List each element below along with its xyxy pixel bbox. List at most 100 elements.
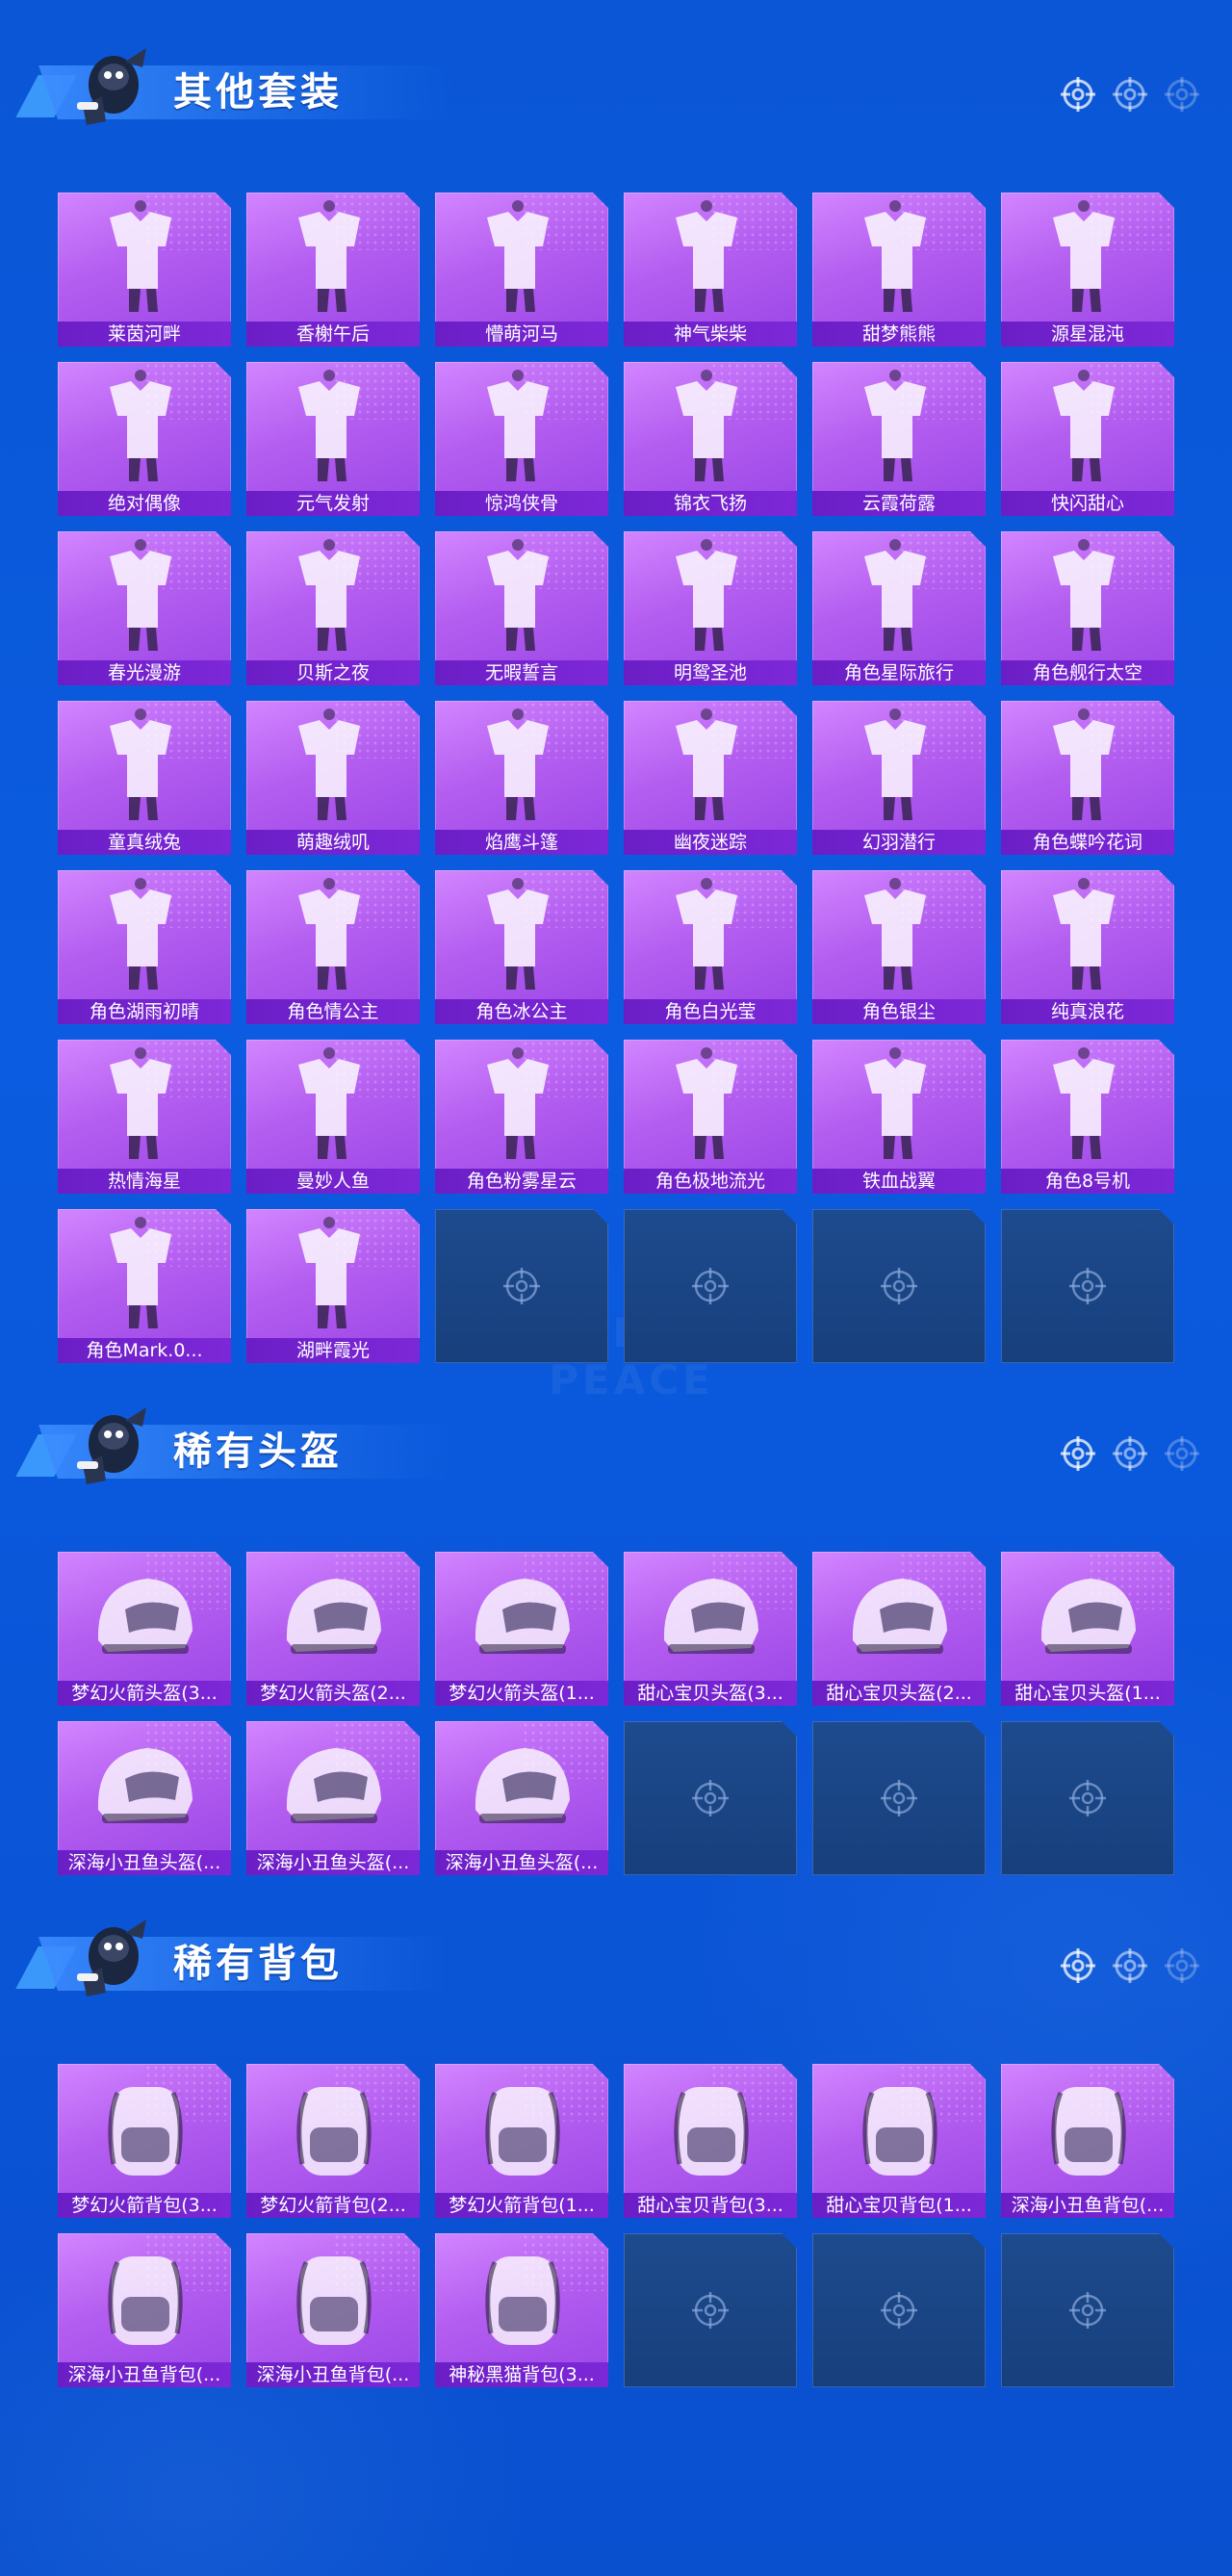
item-card[interactable]: 春光漫游	[58, 531, 231, 685]
outfit-image	[298, 878, 360, 990]
item-card[interactable]: 焰鹰斗篷	[435, 701, 608, 855]
crosshair-icon	[1069, 1780, 1106, 1816]
outfit-image	[298, 1047, 360, 1159]
crosshair-icon	[1061, 1436, 1095, 1471]
item-card[interactable]: 铁血战翼	[812, 1040, 986, 1194]
item-card[interactable]: 甜心宝贝背包(3...	[624, 2064, 797, 2218]
item-label: 深海小丑鱼背包(...	[1001, 2193, 1174, 2218]
outfit-image	[487, 539, 549, 651]
section-header: 稀有头盔	[15, 1398, 1203, 1504]
item-card[interactable]: 角色湖雨初晴	[58, 870, 231, 1024]
item-label: 甜心宝贝背包(3...	[624, 2193, 797, 2218]
outfit-image	[298, 370, 360, 481]
item-card[interactable]: 惊鸿侠骨	[435, 362, 608, 516]
crosshair-icon	[692, 1268, 729, 1304]
item-card[interactable]: 懵萌河马	[435, 193, 608, 347]
item-card[interactable]: 梦幻火箭背包(1...	[435, 2064, 608, 2218]
item-card[interactable]: 角色Mark.0...	[58, 1209, 231, 1363]
helmet-image	[475, 1748, 570, 1823]
item-card[interactable]: 神秘黑猫背包(3...	[435, 2233, 608, 2387]
item-card[interactable]: 梦幻火箭头盔(3...	[58, 1552, 231, 1706]
item-card[interactable]: 深海小丑鱼背包(...	[58, 2233, 231, 2387]
item-label: 曼妙人鱼	[246, 1169, 420, 1194]
item-label: 幻羽潜行	[812, 830, 986, 855]
item-card[interactable]: 角色白光莹	[624, 870, 797, 1024]
item-card[interactable]: 幻羽潜行	[812, 701, 986, 855]
item-label: 甜梦熊熊	[812, 322, 986, 347]
outfit-image	[864, 539, 926, 651]
backpack-image	[108, 2256, 183, 2345]
item-card[interactable]: 无暇誓言	[435, 531, 608, 685]
helmet-image	[286, 1579, 381, 1654]
section-title: 稀有背包	[173, 1942, 343, 1986]
empty-slot	[624, 2233, 797, 2387]
item-card[interactable]: 梦幻火箭背包(2...	[246, 2064, 420, 2218]
outfit-image	[864, 370, 926, 481]
item-card[interactable]: 曼妙人鱼	[246, 1040, 420, 1194]
item-card[interactable]: 神气柴柴	[624, 193, 797, 347]
item-card[interactable]: 元气发射	[246, 362, 420, 516]
item-card[interactable]: 甜梦熊熊	[812, 193, 986, 347]
item-card[interactable]: 香榭午后	[246, 193, 420, 347]
item-card[interactable]: 深海小丑鱼头盔(...	[246, 1721, 420, 1875]
helmet-image	[286, 1748, 381, 1823]
item-label: 角色星际旅行	[812, 660, 986, 685]
item-card[interactable]: 角色冰公主	[435, 870, 608, 1024]
section-title: 稀有头盔	[173, 1430, 343, 1474]
item-card[interactable]: 绝对偶像	[58, 362, 231, 516]
item-label: 角色粉雾星云	[435, 1169, 608, 1194]
item-card[interactable]: 贝斯之夜	[246, 531, 420, 685]
item-label: 梦幻火箭头盔(2...	[246, 1681, 420, 1706]
item-card[interactable]: 角色星际旅行	[812, 531, 986, 685]
item-card[interactable]: 萌趣绒叽	[246, 701, 420, 855]
item-card[interactable]: 深海小丑鱼背包(...	[246, 2233, 420, 2387]
item-card[interactable]: 湖畔霞光	[246, 1209, 420, 1363]
crosshair-icon	[1165, 1948, 1199, 1983]
item-card[interactable]: 云霞荷露	[812, 362, 986, 516]
crosshair-group	[1059, 1434, 1203, 1477]
item-card[interactable]: 甜心宝贝头盔(2...	[812, 1552, 986, 1706]
crosshair-icon	[1113, 1436, 1147, 1471]
item-card[interactable]: 明鸳圣池	[624, 531, 797, 685]
item-card[interactable]: 甜心宝贝背包(1...	[812, 2064, 986, 2218]
backpack-image	[485, 2087, 560, 2176]
item-label: 甜心宝贝头盔(1...	[1001, 1681, 1174, 1706]
item-card[interactable]: 角色舰行太空	[1001, 531, 1174, 685]
item-card[interactable]: 莱茵河畔	[58, 193, 231, 347]
outfit-image	[110, 200, 171, 312]
empty-slot	[812, 1209, 986, 1363]
item-card[interactable]: 源星混沌	[1001, 193, 1174, 347]
item-card[interactable]: 纯真浪花	[1001, 870, 1174, 1024]
item-card[interactable]: 幽夜迷踪	[624, 701, 797, 855]
item-label: 萌趣绒叽	[246, 830, 420, 855]
crosshair-icon	[1113, 77, 1147, 112]
item-card[interactable]: 童真绒兔	[58, 701, 231, 855]
item-card[interactable]: 深海小丑鱼头盔(...	[435, 1721, 608, 1875]
item-card[interactable]: 深海小丑鱼背包(...	[1001, 2064, 1174, 2218]
item-card[interactable]: 角色粉雾星云	[435, 1040, 608, 1194]
item-label: 角色湖雨初晴	[58, 999, 231, 1024]
helmet-image	[1040, 1579, 1136, 1654]
item-card[interactable]: 角色银尘	[812, 870, 986, 1024]
item-card[interactable]: 角色8号机	[1001, 1040, 1174, 1194]
item-card[interactable]: 角色蝶吟花词	[1001, 701, 1174, 855]
item-card[interactable]: 快闪甜心	[1001, 362, 1174, 516]
crosshair-icon	[1061, 77, 1095, 112]
item-card[interactable]: 锦衣飞扬	[624, 362, 797, 516]
item-card[interactable]: 梦幻火箭头盔(2...	[246, 1552, 420, 1706]
item-card[interactable]: 深海小丑鱼头盔(...	[58, 1721, 231, 1875]
helmet-image	[852, 1579, 947, 1654]
outfit-image	[864, 1047, 926, 1159]
item-card[interactable]: 梦幻火箭背包(3...	[58, 2064, 231, 2218]
backpack-image	[1051, 2087, 1126, 2176]
item-card[interactable]: 甜心宝贝头盔(1...	[1001, 1552, 1174, 1706]
item-card[interactable]: 热情海星	[58, 1040, 231, 1194]
crosshair-icon	[692, 2292, 729, 2329]
item-card[interactable]: 甜心宝贝头盔(3...	[624, 1552, 797, 1706]
item-label: 梦幻火箭头盔(3...	[58, 1681, 231, 1706]
crosshair-icon	[881, 1268, 917, 1304]
outfit-image	[1053, 878, 1115, 990]
item-card[interactable]: 梦幻火箭头盔(1...	[435, 1552, 608, 1706]
item-card[interactable]: 角色极地流光	[624, 1040, 797, 1194]
item-card[interactable]: 角色情公主	[246, 870, 420, 1024]
